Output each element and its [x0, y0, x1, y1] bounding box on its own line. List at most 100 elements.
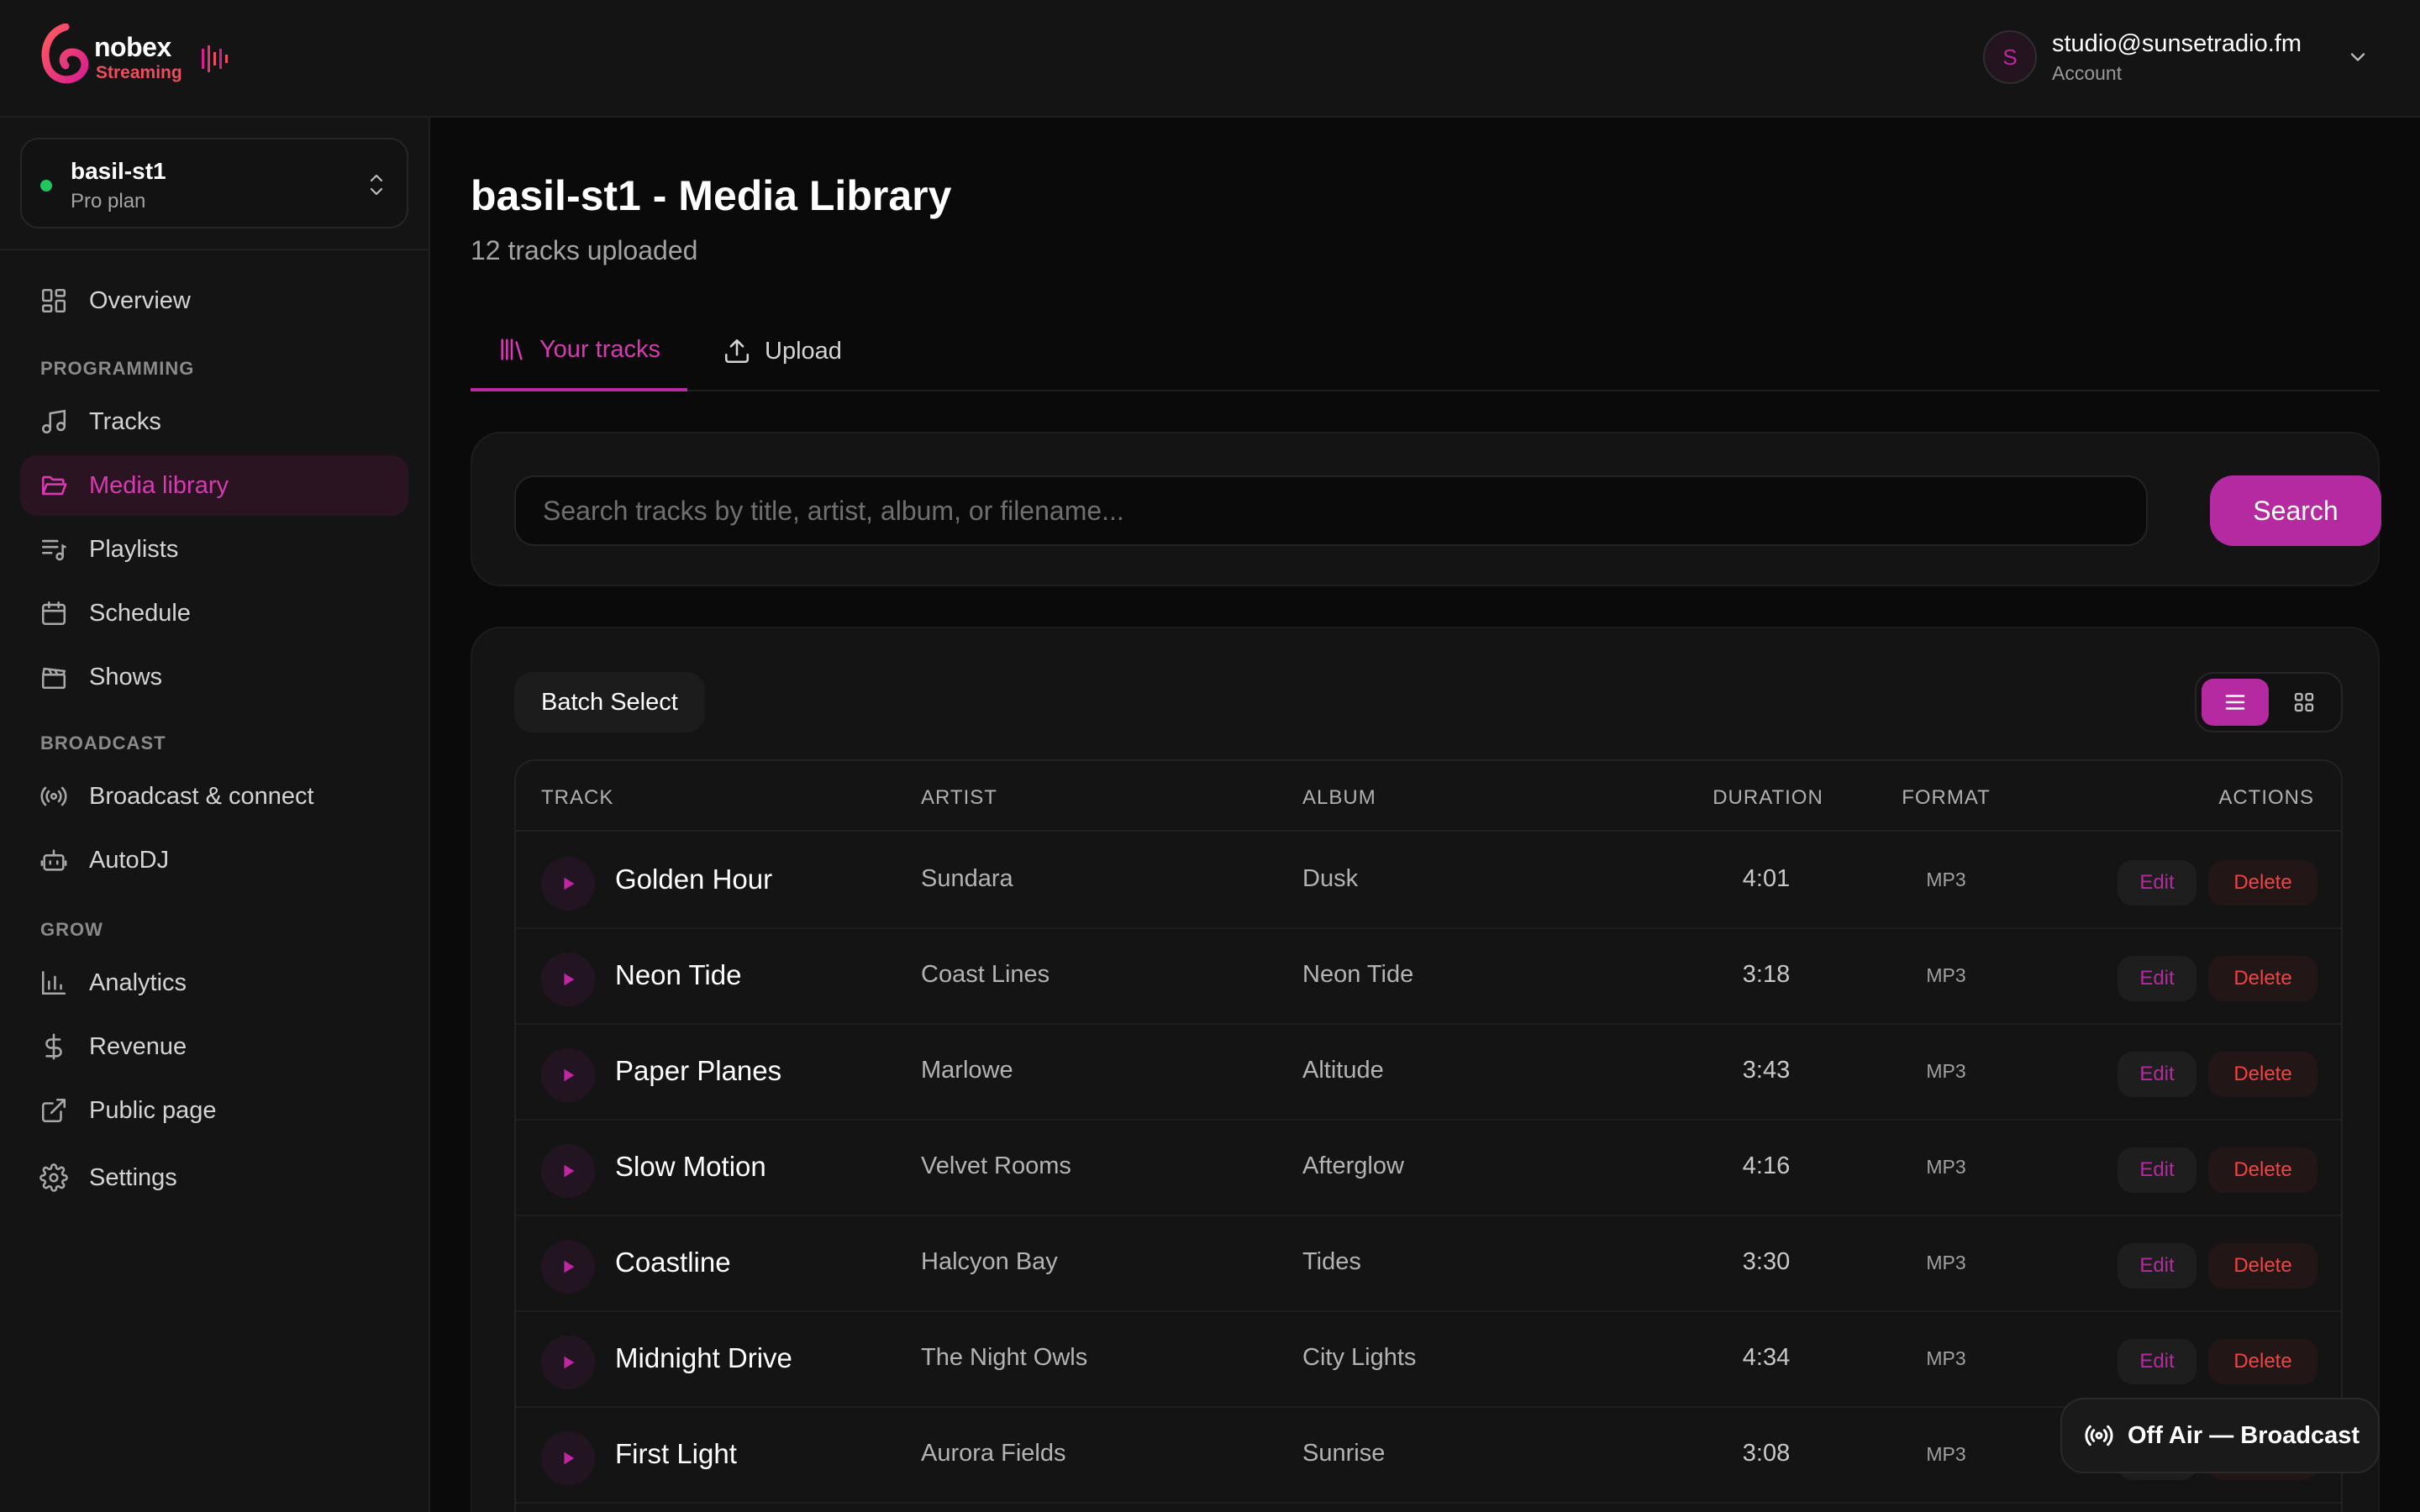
brand-logo[interactable]: nobex Streaming: [40, 24, 259, 94]
grid-view-button[interactable]: [2270, 679, 2338, 726]
sidebar-item-analytics[interactable]: Analytics: [20, 953, 408, 1013]
account-label: Account: [2052, 62, 2123, 84]
sidebar-item-settings[interactable]: Settings: [20, 1147, 408, 1208]
upload-icon: [724, 339, 750, 364]
broadcast-status-label: Off Air — Broadcast: [2128, 1421, 2360, 1449]
play-button[interactable]: [541, 1240, 595, 1294]
main-content: basil-st1 - Media Library 12 tracks uplo…: [430, 118, 2420, 1512]
sidebar-item-schedule[interactable]: Schedule: [20, 583, 408, 643]
table-row[interactable]: Paper Planes Marlowe Altitude 3:43 MP3 Edit De…: [516, 1025, 2341, 1121]
sidebar-section-grow: GROW: [40, 919, 103, 940]
dollar-icon: [39, 1032, 69, 1062]
tab-your-tracks[interactable]: Your tracks: [471, 311, 687, 391]
sidebar-item-shows[interactable]: Shows: [20, 647, 408, 707]
delete-button[interactable]: Delete: [2208, 1052, 2317, 1097]
broadcast-status-button[interactable]: Off Air — Broadcast: [2060, 1398, 2380, 1473]
chevron-down-icon: [2350, 53, 2365, 61]
brand-sub: Streaming: [96, 63, 182, 82]
sidebar-item-label: Shows: [89, 663, 163, 690]
table-row[interactable]: Golden Hour Sundara Dusk 4:01 MP3 Edit Delete: [516, 833, 2341, 929]
sidebar-section-programming: PROGRAMMING: [40, 358, 195, 379]
edit-button[interactable]: Edit: [2118, 1052, 2196, 1097]
edit-button[interactable]: Edit: [2118, 1339, 2196, 1384]
sidebar-item-label: Broadcast & connect: [89, 782, 314, 810]
column-header-format: FORMAT: [1902, 786, 1991, 809]
top-bar: nobex Streaming S studio@sunsetradio.fm …: [0, 0, 2420, 118]
sidebar-item-tracks[interactable]: Tracks: [20, 391, 408, 452]
tab-label: Upload: [765, 337, 842, 365]
play-button[interactable]: [541, 1336, 595, 1389]
track-album: Sunrise: [1302, 1440, 1386, 1467]
edit-button[interactable]: Edit: [2118, 1147, 2196, 1193]
sidebar-item-label: Overview: [89, 286, 191, 314]
edit-button[interactable]: Edit: [2118, 1243, 2196, 1289]
track-album: City Lights: [1302, 1344, 1417, 1371]
table-row[interactable]: Neon Tide Coast Lines Neon Tide 3:18 MP3 Edit…: [516, 929, 2341, 1025]
track-format: MP3: [1926, 1252, 1966, 1273]
search-input[interactable]: [514, 475, 2148, 546]
track-duration: 4:34: [1742, 1344, 1791, 1371]
account-menu[interactable]: S studio@sunsetradio.fm Account: [1983, 29, 2370, 89]
delete-button[interactable]: Delete: [2208, 1147, 2317, 1193]
sidebar-item-label: Schedule: [89, 599, 191, 627]
search-button[interactable]: Search: [2210, 475, 2381, 546]
sidebar-item-playlists[interactable]: Playlists: [20, 519, 408, 580]
table-row[interactable]: Midnight Drive The Night Owls City Lights 4…: [516, 1312, 2341, 1408]
track-title: Golden Hour: [615, 864, 773, 895]
edit-button[interactable]: Edit: [2118, 956, 2196, 1001]
delete-button[interactable]: Delete: [2208, 1243, 2317, 1289]
track-format: MP3: [1926, 1443, 1966, 1465]
play-button[interactable]: [541, 1431, 595, 1485]
sidebar-item-autodj[interactable]: AutoDJ: [20, 830, 408, 890]
tab-label: Your tracks: [539, 335, 660, 363]
sidebar-item-label: AutoDJ: [89, 846, 170, 874]
list-icon: [2225, 695, 2245, 710]
table-row[interactable]: Slow Motion Velvet Rooms Afterglow 4:16 MP3 E…: [516, 1121, 2341, 1216]
calendar-icon: [39, 598, 69, 628]
delete-button[interactable]: Delete: [2208, 860, 2317, 906]
sidebar-divider: [0, 249, 430, 250]
tab-upload[interactable]: Upload: [696, 311, 869, 391]
delete-button[interactable]: Delete: [2208, 1339, 2317, 1384]
play-icon: [564, 1164, 575, 1178]
track-album: Neon Tide: [1302, 961, 1414, 988]
track-format: MP3: [1926, 869, 1966, 890]
station-switcher[interactable]: basil-st1 Pro plan: [20, 138, 408, 228]
table-row[interactable]: Coastline Halcyon Bay Tides 3:30 MP3 Edit Dele…: [516, 1216, 2341, 1312]
track-duration: 3:30: [1742, 1248, 1791, 1275]
track-artist: Velvet Rooms: [921, 1152, 1071, 1179]
grid-icon: [39, 286, 69, 316]
play-button[interactable]: [541, 1144, 595, 1198]
track-format: MP3: [1926, 1347, 1966, 1369]
track-format: MP3: [1926, 964, 1966, 986]
view-toggle: [2195, 672, 2343, 732]
sidebar-item-media-library[interactable]: Media library: [20, 455, 408, 516]
track-album: Tides: [1302, 1248, 1361, 1275]
track-artist: Sundara: [921, 865, 1013, 892]
play-button[interactable]: [541, 953, 595, 1006]
list-view-button[interactable]: [2202, 679, 2269, 726]
bar-chart-icon: [39, 968, 69, 998]
external-link-icon: [39, 1095, 69, 1126]
track-album: Altitude: [1302, 1057, 1384, 1084]
sidebar-item-public-page[interactable]: Public page: [20, 1080, 408, 1141]
play-button[interactable]: [541, 1048, 595, 1102]
play-icon: [564, 1356, 575, 1369]
track-artist: Coast Lines: [921, 961, 1050, 988]
play-button[interactable]: [541, 857, 595, 911]
station-plan: Pro plan: [71, 190, 146, 213]
sidebar-item-revenue[interactable]: Revenue: [20, 1016, 408, 1077]
sidebar-item-label: Playlists: [89, 535, 179, 563]
track-album: Dusk: [1302, 865, 1359, 892]
batch-select-button[interactable]: Batch Select: [514, 672, 705, 732]
column-header-actions: ACTIONS: [2218, 786, 2314, 809]
edit-button[interactable]: Edit: [2118, 860, 2196, 906]
sidebar-item-broadcast-connect[interactable]: Broadcast & connect: [20, 766, 408, 827]
track-artist: Marlowe: [921, 1057, 1013, 1084]
sidebar-item-overview[interactable]: Overview: [20, 270, 408, 331]
play-icon: [564, 1452, 575, 1465]
track-title: Coastline: [615, 1247, 731, 1278]
delete-button[interactable]: Delete: [2208, 956, 2317, 1001]
track-duration: 4:16: [1742, 1152, 1791, 1179]
play-icon: [564, 877, 575, 890]
